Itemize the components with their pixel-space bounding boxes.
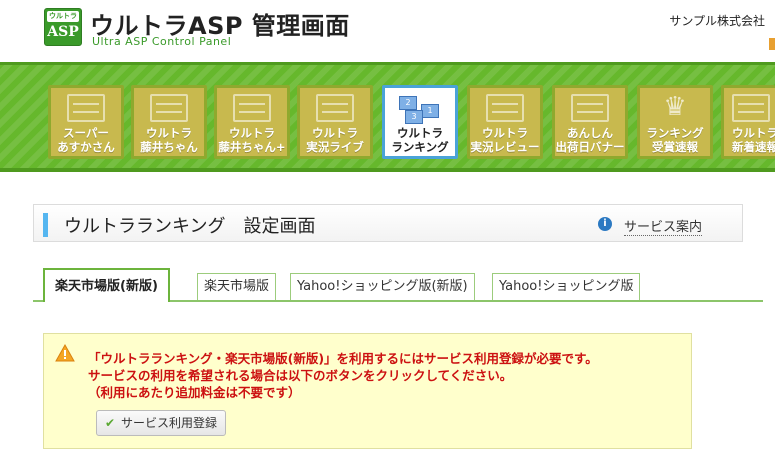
service-tile-anshin-banner[interactable]: あんしん 出荷日バナー xyxy=(552,85,628,159)
notice-line: サービスの利用を希望される場合は以下のボタンをクリックしてください。 xyxy=(88,368,513,383)
service-tile-ultra-ranking[interactable]: 2 1 3 ウルトラ ランキング xyxy=(382,85,458,159)
tab-yahoo-new[interactable]: Yahoo!ショッピング版(新版) xyxy=(290,273,475,300)
service-tile-label: ウルトラ 藤井ちゃん xyxy=(140,126,198,154)
service-register-button-label: サービス利用登録 xyxy=(121,416,218,430)
ranking-icon: 2 1 3 xyxy=(397,94,443,124)
service-tile-super-asukasan[interactable]: スーパー あすかさん xyxy=(48,85,124,159)
service-tile-ultra-review[interactable]: ウルトラ 実況レビュー xyxy=(467,85,543,159)
service-tile-label: ウルトラ 実況レビュー xyxy=(470,126,540,154)
crown-icon: ♛ xyxy=(663,92,687,122)
page-title-panel: ウルトラランキング 設定画面 i サービス案内 xyxy=(33,204,743,242)
service-bar: スーパー あすかさん ウルトラ 藤井ちゃん ウルトラ 藤井ちゃん+ ウルトラ 実況ライブ… xyxy=(0,62,775,172)
title-accent-bar xyxy=(43,213,48,237)
notice-line: 「ウルトラランキング・楽天市場版(新版)」を利用するにはサービス利用登録が必要で… xyxy=(88,351,598,366)
header: ウルトラ ASP ウルトラASP 管理画面 Ultra ASP Control … xyxy=(0,0,775,62)
service-tile-label: ウルトラ 藤井ちゃん+ xyxy=(218,126,286,154)
calendar-icon xyxy=(571,94,609,122)
tab-rakuten-new[interactable]: 楽天市場版(新版) xyxy=(43,268,170,302)
service-info-link[interactable]: サービス案内 xyxy=(623,216,702,236)
tab-yahoo[interactable]: Yahoo!ショッピング版 xyxy=(492,273,641,300)
logo[interactable]: ウルトラ ASP xyxy=(44,8,82,46)
service-tile-label: ランキング 受賞速報 xyxy=(646,126,704,154)
service-tile-label: ウルトラ 新着速報 xyxy=(732,126,775,154)
service-tile-label: ウルトラ ランキング xyxy=(391,126,449,154)
grid-icon xyxy=(233,94,271,122)
logo-tag: ウルトラ xyxy=(47,11,79,22)
registration-notice: 「ウルトラランキング・楽天市場版(新版)」を利用するにはサービス利用登録が必要で… xyxy=(43,333,692,449)
warning-icon xyxy=(55,344,75,362)
service-tile-ultra-live[interactable]: ウルトラ 実況ライブ xyxy=(297,85,373,159)
notice-message: 「ウルトラランキング・楽天市場版(新版)」を利用するにはサービス利用登録が必要で… xyxy=(88,350,598,401)
info-icon[interactable]: i xyxy=(598,217,612,231)
service-tile-label: スーパー あすかさん xyxy=(57,126,115,154)
tab-rakuten[interactable]: 楽天市場版 xyxy=(197,273,277,300)
grid-icon xyxy=(150,94,188,122)
grid-icon xyxy=(732,94,770,122)
logo-text: ASP xyxy=(47,24,79,40)
envelope-icon xyxy=(67,94,105,122)
notice-line: （利用にあたり追加料金は不要です） xyxy=(88,385,301,400)
service-tile-ranking-award[interactable]: ♛ ランキング 受賞速報 xyxy=(637,85,713,159)
app-subtitle: Ultra ASP Control Panel xyxy=(92,35,232,48)
service-tile-label: ウルトラ 実況ライブ xyxy=(306,126,364,154)
service-tile-ultra-new-arrivals[interactable]: ウルトラ 新着速報 xyxy=(721,85,775,159)
page-title: ウルトラランキング 設定画面 xyxy=(64,216,316,237)
service-register-button[interactable]: ✔ サービス利用登録 xyxy=(96,410,227,436)
corner-mark xyxy=(769,38,775,50)
stars-icon xyxy=(486,94,524,122)
service-tile-ultra-fujiichan[interactable]: ウルトラ 藤井ちゃん xyxy=(131,85,207,159)
check-icon: ✔ xyxy=(105,416,116,430)
company-name: サンプル株式会社 xyxy=(669,14,765,28)
grid-icon xyxy=(316,94,354,122)
service-tile-label: あんしん 出荷日バナー xyxy=(555,126,625,154)
service-tile-ultra-fujiichan-plus[interactable]: ウルトラ 藤井ちゃん+ xyxy=(214,85,290,159)
